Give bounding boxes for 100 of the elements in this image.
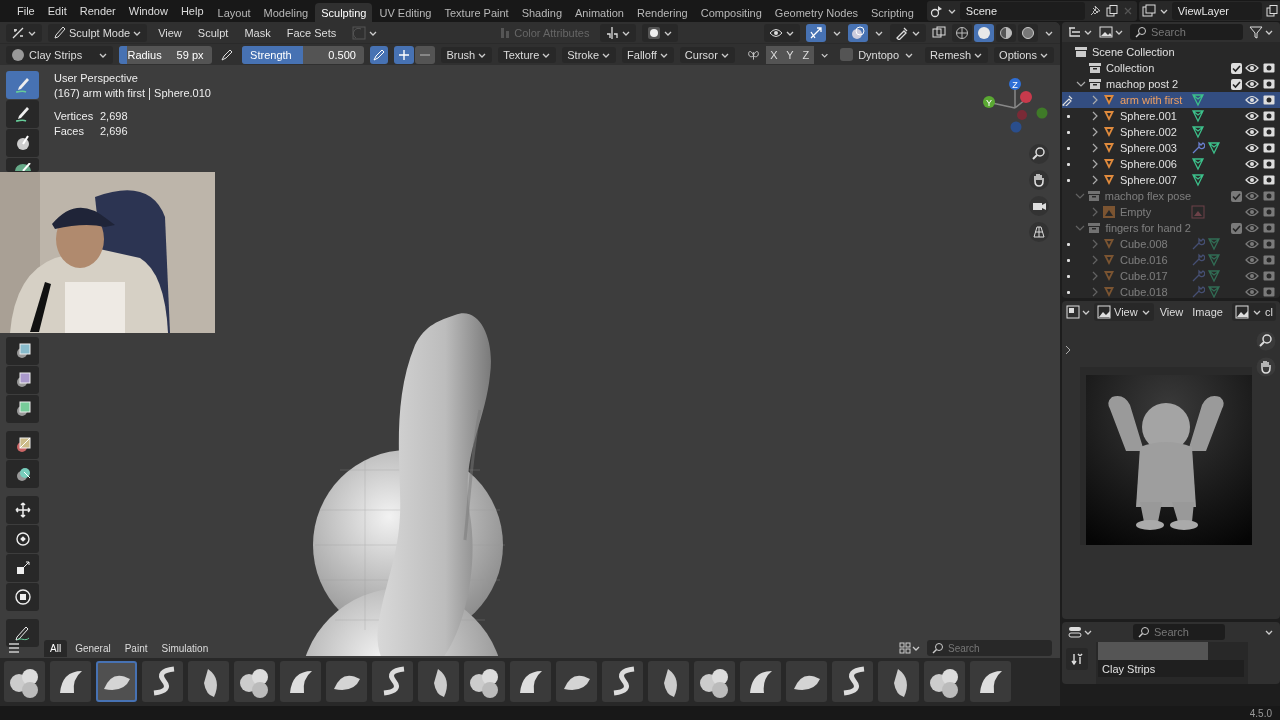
shading-mode-button[interactable]	[952, 23, 972, 42]
menu-item[interactable]: File	[11, 3, 41, 19]
brush-thumbnail[interactable]	[4, 661, 45, 702]
mesh-data-icon[interactable]	[1191, 93, 1205, 107]
outliner-row[interactable]: Sphere.002	[1062, 124, 1280, 140]
axis-toggle[interactable]: X	[765, 45, 782, 64]
dyntopo-toggle[interactable]: Dyntopo	[835, 46, 920, 63]
outliner-row[interactable]: Sphere.006	[1062, 156, 1280, 172]
image-browse-dropdown[interactable]: cl	[1232, 302, 1276, 321]
workspace-tab[interactable]: Scripting	[865, 2, 920, 22]
checkbox[interactable]	[1231, 78, 1242, 90]
brush-thumbnail[interactable]	[694, 661, 735, 702]
brush-thumbnail[interactable]	[418, 661, 459, 702]
outliner-item-label[interactable]: Scene Collection	[1092, 46, 1236, 58]
grid-icon[interactable]	[1028, 221, 1050, 243]
brush-name-field[interactable]: Clay Strips	[1098, 660, 1244, 677]
radius-slider[interactable]: Radius 59 px	[119, 45, 212, 64]
eyedropper-icon[interactable]	[1062, 94, 1074, 106]
menu-item[interactable]: Window	[122, 3, 174, 19]
outliner-item-label[interactable]: Collection	[1106, 62, 1191, 74]
outliner-row[interactable]: Cube.017	[1062, 268, 1280, 284]
visibility-dropdown[interactable]	[764, 23, 800, 42]
navigation-gizmo[interactable]: Z Y	[980, 75, 1050, 135]
menu-item[interactable]: View	[153, 24, 187, 41]
camera-icon[interactable]	[1262, 109, 1276, 123]
xray-icon[interactable]	[932, 25, 946, 40]
menu-item[interactable]: Render	[73, 3, 122, 19]
tool-tab[interactable]	[1066, 648, 1088, 670]
camera-icon[interactable]	[1262, 157, 1276, 171]
symmetry-dropdown[interactable]	[600, 23, 637, 42]
eye-icon[interactable]	[1245, 109, 1259, 123]
outliner-row[interactable]: Cube.016	[1062, 252, 1280, 268]
brush-thumbnail[interactable]	[510, 661, 551, 702]
workspace-tab[interactable]: Sculpting	[315, 2, 373, 22]
editor-type-button[interactable]	[6, 23, 42, 42]
outliner-row[interactable]: Sphere.007	[1062, 172, 1280, 188]
menu-icon[interactable]	[8, 642, 20, 654]
tool-button[interactable]	[6, 337, 39, 365]
shading-mode-button[interactable]	[996, 23, 1016, 42]
outliner-row[interactable]: arm with first	[1062, 92, 1280, 108]
outliner-item-label[interactable]: machop flex pose	[1104, 190, 1191, 202]
menu-item[interactable]: Image	[1189, 303, 1226, 320]
brush-thumbnail[interactable]	[832, 661, 873, 702]
brush-thumbnail[interactable]	[372, 661, 413, 702]
mesh-data-icon[interactable]	[1191, 109, 1205, 123]
overlays-toggle[interactable]	[848, 23, 868, 42]
eye-icon[interactable]	[1245, 157, 1259, 171]
tool-button[interactable]	[6, 129, 39, 157]
mesh-data-icon[interactable]	[1191, 157, 1205, 171]
tool-button[interactable]	[6, 100, 39, 128]
popover-dropdown[interactable]: Stroke	[562, 46, 617, 63]
tool-button[interactable]	[6, 366, 39, 394]
outliner-row[interactable]: Cube.018	[1062, 284, 1280, 298]
tool-button[interactable]	[6, 395, 39, 423]
brush-thumbnail[interactable]	[96, 661, 137, 702]
editor-type-button[interactable]	[1068, 625, 1093, 639]
subtract-mode-button[interactable]	[415, 45, 436, 64]
shading-mode-button[interactable]	[974, 23, 994, 42]
add-mode-button[interactable]	[394, 45, 415, 64]
brush-thumbnail[interactable]	[464, 661, 505, 702]
popover-dropdown[interactable]: Texture	[498, 46, 557, 63]
shelf-tab[interactable]: All	[44, 639, 68, 657]
brush-thumbnail[interactable]	[326, 661, 367, 702]
camera-icon[interactable]	[1262, 125, 1276, 139]
tool-button[interactable]	[6, 583, 39, 611]
tool-button[interactable]	[6, 460, 39, 488]
eye-icon[interactable]	[1245, 61, 1259, 75]
display-options-button[interactable]	[899, 642, 921, 654]
wrench-icon[interactable]	[1191, 141, 1205, 155]
mesh-data-icon[interactable]	[1207, 141, 1221, 155]
zoom-icon[interactable]	[1256, 331, 1276, 351]
eye-icon[interactable]	[1245, 125, 1259, 139]
view-layer-dropdown[interactable]	[1099, 26, 1124, 38]
brush-thumbnail[interactable]	[556, 661, 597, 702]
mesh-data-icon[interactable]	[1191, 173, 1205, 187]
search-field[interactable]: Search	[1130, 24, 1243, 40]
zoom-icon[interactable]	[1028, 143, 1050, 165]
copy-icon[interactable]	[1264, 4, 1279, 18]
brush-thumbnail[interactable]	[786, 661, 827, 702]
scene-field[interactable]: Scene	[959, 2, 1085, 20]
tool-button[interactable]	[6, 158, 39, 172]
camera-icon[interactable]	[1262, 173, 1276, 187]
outliner-row[interactable]: Sphere.001	[1062, 108, 1280, 124]
shading-mode-button[interactable]	[1018, 23, 1038, 42]
checkbox[interactable]	[1231, 222, 1242, 234]
popover-dropdown[interactable]: Falloff	[622, 46, 674, 63]
remesh-dropdown[interactable]: Remesh	[925, 46, 989, 63]
workspace-tab[interactable]: Rendering	[630, 2, 694, 22]
mesh-data-icon[interactable]	[1191, 125, 1205, 139]
search-field[interactable]: Search	[1133, 624, 1225, 640]
brush-thumbnail[interactable]	[280, 661, 321, 702]
pressure-toggle[interactable]	[369, 45, 389, 64]
eye-icon[interactable]	[1245, 141, 1259, 155]
camera-icon[interactable]	[1262, 61, 1276, 75]
menu-item[interactable]: Sculpt	[192, 24, 234, 41]
shelf-tab[interactable]: Paint	[118, 639, 154, 657]
brush-thumbnail[interactable]	[142, 661, 183, 702]
brush-thumbnail[interactable]	[740, 661, 781, 702]
workspace-tab[interactable]: UV Editing	[373, 2, 438, 22]
menu-item[interactable]: View	[1156, 303, 1187, 320]
